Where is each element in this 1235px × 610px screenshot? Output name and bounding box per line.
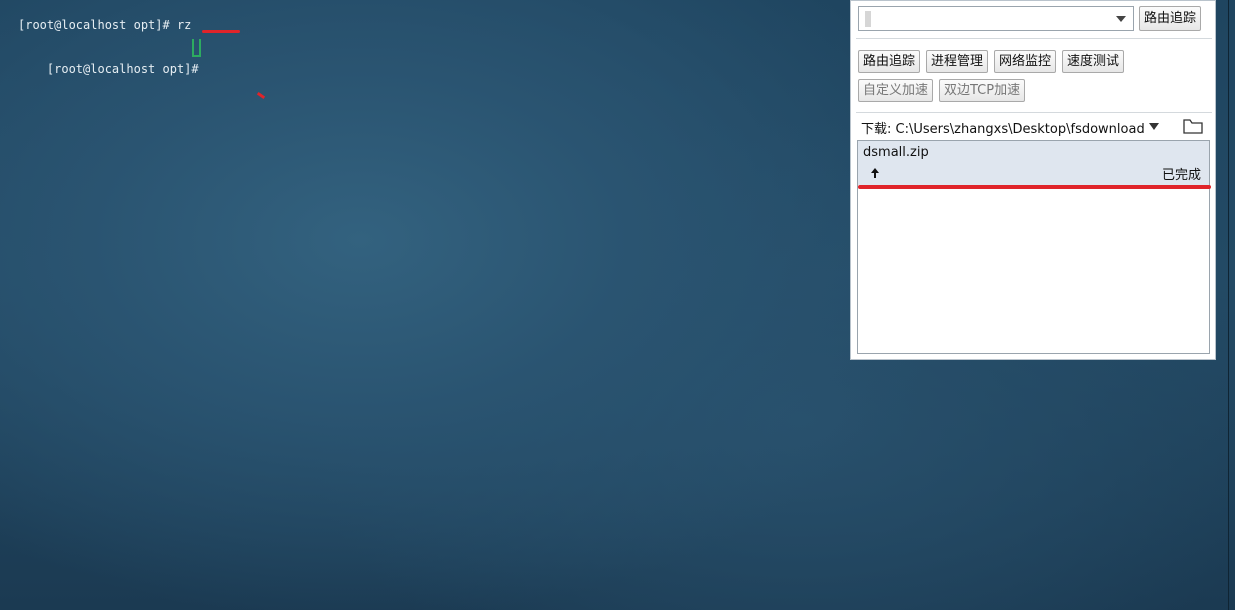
upload-arrow-icon [871, 168, 879, 178]
terminal-line: [root@localhost opt]# rz [18, 18, 192, 32]
divider [856, 112, 1212, 113]
tcp-accel-button[interactable]: 双边TCP加速 [939, 79, 1026, 102]
process-mgmt-button[interactable]: 进程管理 [926, 50, 989, 73]
terminal-line: [root@localhost opt]# [18, 36, 206, 76]
chevron-down-icon[interactable] [1149, 123, 1159, 130]
terminal-cursor [192, 39, 201, 57]
annotation-mark [256, 91, 266, 100]
transfer-item[interactable]: dsmall.zip 已完成 [858, 141, 1209, 185]
annotation-underline [202, 30, 240, 33]
folder-icon[interactable] [1183, 118, 1203, 134]
custom-accel-button[interactable]: 自定义加速 [858, 79, 934, 102]
download-path-row: 下载: C:\Users\zhangxs\Desktop\fsdownload [861, 118, 1209, 138]
host-select-row: 路由追踪 [858, 6, 1210, 32]
speed-test-button[interactable]: 速度测试 [1062, 50, 1125, 73]
download-path-label: 下载: C:\Users\zhangxs\Desktop\fsdownload [861, 122, 1145, 137]
terminal-output[interactable]: [root@localhost opt]# rz [root@localhost… [18, 14, 240, 76]
transfer-filename: dsmall.zip [863, 145, 929, 160]
network-monitor-button[interactable]: 网络监控 [994, 50, 1057, 73]
text-cursor-icon [865, 11, 871, 27]
transfer-list[interactable]: dsmall.zip 已完成 [857, 140, 1211, 354]
route-trace-top-button[interactable]: 路由追踪 [1139, 6, 1202, 31]
annotation-underline [858, 185, 1211, 189]
host-combobox[interactable] [858, 6, 1134, 31]
tool-panel: 路由追踪 路由追踪 进程管理 网络监控 速度测试 自定义加速 双边TCP加速 下… [850, 0, 1216, 360]
chevron-down-icon[interactable] [1116, 16, 1126, 22]
window-edge [1228, 0, 1229, 610]
route-trace-button[interactable]: 路由追踪 [858, 50, 921, 73]
transfer-status: 已完成 [1161, 168, 1201, 183]
divider [856, 38, 1212, 39]
terminal-prompt: [root@localhost opt]# [46, 62, 206, 76]
